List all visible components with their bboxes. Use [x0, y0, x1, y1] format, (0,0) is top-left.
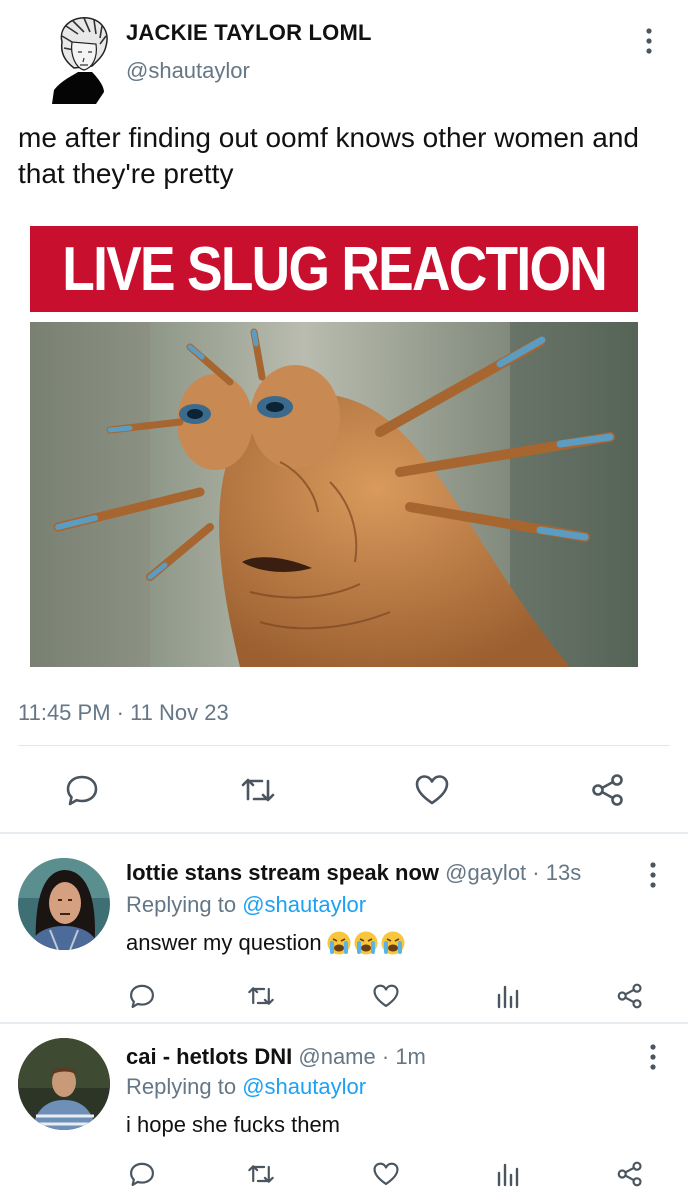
reply-time: · 1m	[381, 1044, 426, 1069]
reply-text: i hope she fucks them	[126, 1112, 341, 1137]
share-icon[interactable]	[614, 1158, 646, 1190]
author-avatar[interactable]	[48, 12, 114, 104]
reply-body: i hope she fucks them	[126, 1112, 340, 1138]
tweet-text: me after finding out oomf knows other wo…	[18, 122, 640, 189]
main-tweet: JACKIE TAYLOR LOML @shautaylor me after …	[0, 0, 688, 832]
author-name[interactable]: JACKIE TAYLOR LOML	[126, 20, 372, 46]
reply-header: lottie stans stream speak now @gaylot · …	[126, 860, 581, 886]
like-icon[interactable]	[370, 1158, 402, 1190]
reply-author-handle[interactable]: @gaylot	[445, 860, 526, 885]
reply-author-handle[interactable]: @name	[298, 1044, 375, 1069]
tweet-image[interactable]	[30, 322, 638, 667]
retweet-icon[interactable]	[244, 980, 278, 1012]
analytics-icon[interactable]	[492, 1158, 524, 1190]
replying-to-label: Replying to	[126, 1074, 237, 1099]
emoji-group	[326, 930, 407, 956]
loudly-crying-face-icon	[327, 931, 351, 955]
reply-icon[interactable]	[62, 770, 102, 810]
share-icon[interactable]	[614, 980, 646, 1012]
avatar[interactable]	[18, 1038, 110, 1130]
more-options-icon[interactable]	[640, 860, 666, 890]
reply-body: answer my question	[126, 930, 407, 956]
reply-author-name[interactable]: cai - hetlots DNI	[126, 1044, 292, 1069]
replying-to-mention[interactable]: @shautaylor	[242, 1074, 366, 1099]
more-options-icon[interactable]	[640, 1042, 666, 1072]
replying-to-mention[interactable]: @shautaylor	[242, 892, 366, 917]
author-handle[interactable]: @shautaylor	[126, 58, 250, 84]
reply-tweet[interactable]: lottie stans stream speak now @gaylot · …	[0, 834, 688, 1022]
retweet-icon[interactable]	[236, 770, 280, 810]
replying-to-label: Replying to	[126, 892, 237, 917]
more-options-icon[interactable]	[634, 26, 664, 56]
reply-header: cai - hetlots DNI @name · 1m	[126, 1044, 426, 1070]
analytics-icon[interactable]	[492, 980, 524, 1012]
divider	[18, 745, 670, 746]
image-banner-text: LIVE SLUG REACTION	[62, 234, 607, 304]
loudly-crying-face-icon	[381, 931, 405, 955]
replying-to: Replying to @shautaylor	[126, 892, 366, 918]
reply-text: answer my question	[126, 930, 322, 955]
avatar[interactable]	[18, 858, 110, 950]
like-icon[interactable]	[370, 980, 402, 1012]
reply-icon[interactable]	[126, 1158, 158, 1190]
like-icon[interactable]	[412, 770, 452, 810]
replying-to: Replying to @shautaylor	[126, 1074, 366, 1100]
image-banner: LIVE SLUG REACTION	[30, 226, 638, 312]
reply-icon[interactable]	[126, 980, 158, 1012]
loudly-crying-face-icon	[354, 931, 378, 955]
reply-time: · 13s	[532, 860, 582, 885]
share-icon[interactable]	[588, 770, 628, 810]
tweet-timestamp: 11:45 PM · 11 Nov 23	[18, 700, 229, 725]
reply-author-name[interactable]: lottie stans stream speak now	[126, 860, 439, 885]
retweet-icon[interactable]	[244, 1158, 278, 1190]
reply-tweet[interactable]: cai - hetlots DNI @name · 1m Replying to…	[0, 1024, 688, 1200]
